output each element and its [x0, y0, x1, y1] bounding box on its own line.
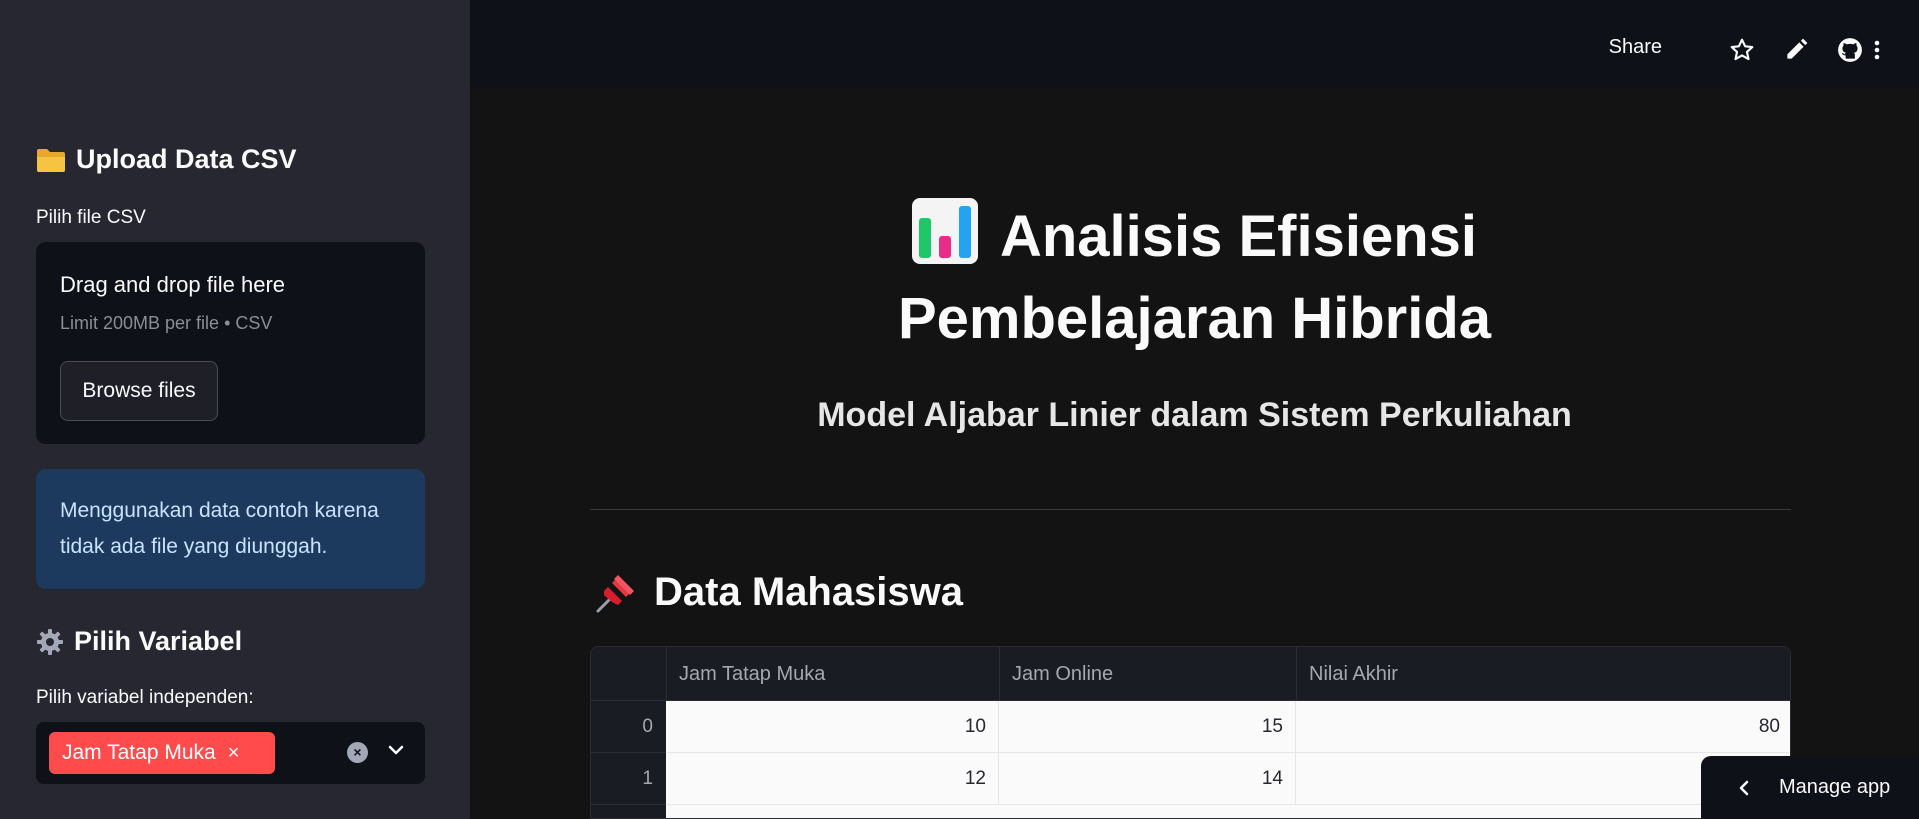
browse-files-button[interactable]: Browse files [60, 361, 218, 421]
bar-chart-icon [911, 198, 978, 264]
data-table[interactable]: Jam Tatap Muka Jam Online Nilai Akhir 0 … [590, 646, 1791, 819]
table-cell[interactable]: 14 [999, 753, 1296, 805]
column-header[interactable]: Jam Tatap Muka [666, 647, 999, 701]
main-content: Analisis Efisiensi Pembelajaran Hibrida … [470, 88, 1919, 819]
edit-pencil-icon[interactable] [1783, 37, 1809, 63]
variable-heading-text: Pilih Variabel [74, 626, 243, 656]
clear-selection-icon[interactable]: × [347, 742, 368, 763]
manage-app-button[interactable]: Manage app [1701, 756, 1919, 819]
sidebar: Upload Data CSV Pilih file CSV Drag and … [0, 0, 470, 819]
section-heading: Data Mahasiswa [594, 570, 963, 615]
table-cell[interactable]: 15 [999, 701, 1296, 753]
pushpin-icon [596, 574, 634, 612]
independent-label: Pilih variabel independen: [36, 687, 254, 708]
remove-tag-icon[interactable]: × [228, 742, 240, 765]
column-header[interactable]: Jam Online [999, 647, 1296, 701]
gear-icon [37, 628, 63, 655]
row-index: 1 [591, 753, 666, 805]
dropzone-title: Drag and drop file here [60, 272, 286, 297]
dropzone-limit: Limit 200MB per file • CSV [60, 313, 273, 333]
index-column: 0 1 [591, 701, 666, 818]
section-heading-text: Data Mahasiswa [654, 570, 964, 614]
file-dropzone[interactable]: Drag and drop file here Limit 200MB per … [36, 242, 425, 444]
star-icon[interactable] [1729, 37, 1755, 63]
github-icon[interactable] [1837, 37, 1863, 63]
file-label: Pilih file CSV [36, 207, 146, 228]
column-header[interactable]: Nilai Akhir [1296, 647, 1790, 701]
table-cell[interactable]: 12 [666, 753, 999, 805]
more-vertical-icon[interactable] [1863, 37, 1919, 63]
selected-tag: Jam Tatap Muka × [49, 732, 275, 774]
independent-variable-select[interactable]: Jam Tatap Muka × × [36, 722, 425, 784]
share-button[interactable]: Share [1609, 36, 1662, 59]
table-header: Jam Tatap Muka Jam Online Nilai Akhir [591, 647, 1790, 701]
table-cell[interactable]: 10 [666, 701, 999, 753]
selected-tag-label: Jam Tatap Muka [62, 741, 216, 764]
info-alert: Menggunakan data contoh karena tidak ada… [36, 469, 425, 589]
table-body: 10 15 80 12 14 [666, 701, 1790, 818]
top-toolbar: Share [470, 0, 1919, 88]
row-index: 0 [591, 701, 666, 753]
upload-heading: Upload Data CSV [36, 144, 297, 175]
info-alert-text: Menggunakan data contoh karena tidak ada… [60, 499, 379, 558]
chevron-down-icon[interactable] [384, 738, 408, 762]
divider [590, 509, 1791, 510]
upload-heading-text: Upload Data CSV [76, 144, 297, 174]
manage-app-label: Manage app [1779, 776, 1891, 798]
chevron-left-icon [1739, 780, 1749, 795]
table-cell[interactable]: 80 [1296, 701, 1790, 753]
page-subtitle: Model Aljabar Linier dalam Sistem Perkul… [817, 396, 1572, 434]
folder-icon [37, 148, 65, 172]
variable-heading: Pilih Variabel [36, 626, 242, 657]
page-title: Analisis Efisiensi Pembelajaran Hibrida [470, 196, 1919, 360]
page-title-text: Analisis Efisiensi Pembelajaran Hibrida [897, 204, 1492, 351]
